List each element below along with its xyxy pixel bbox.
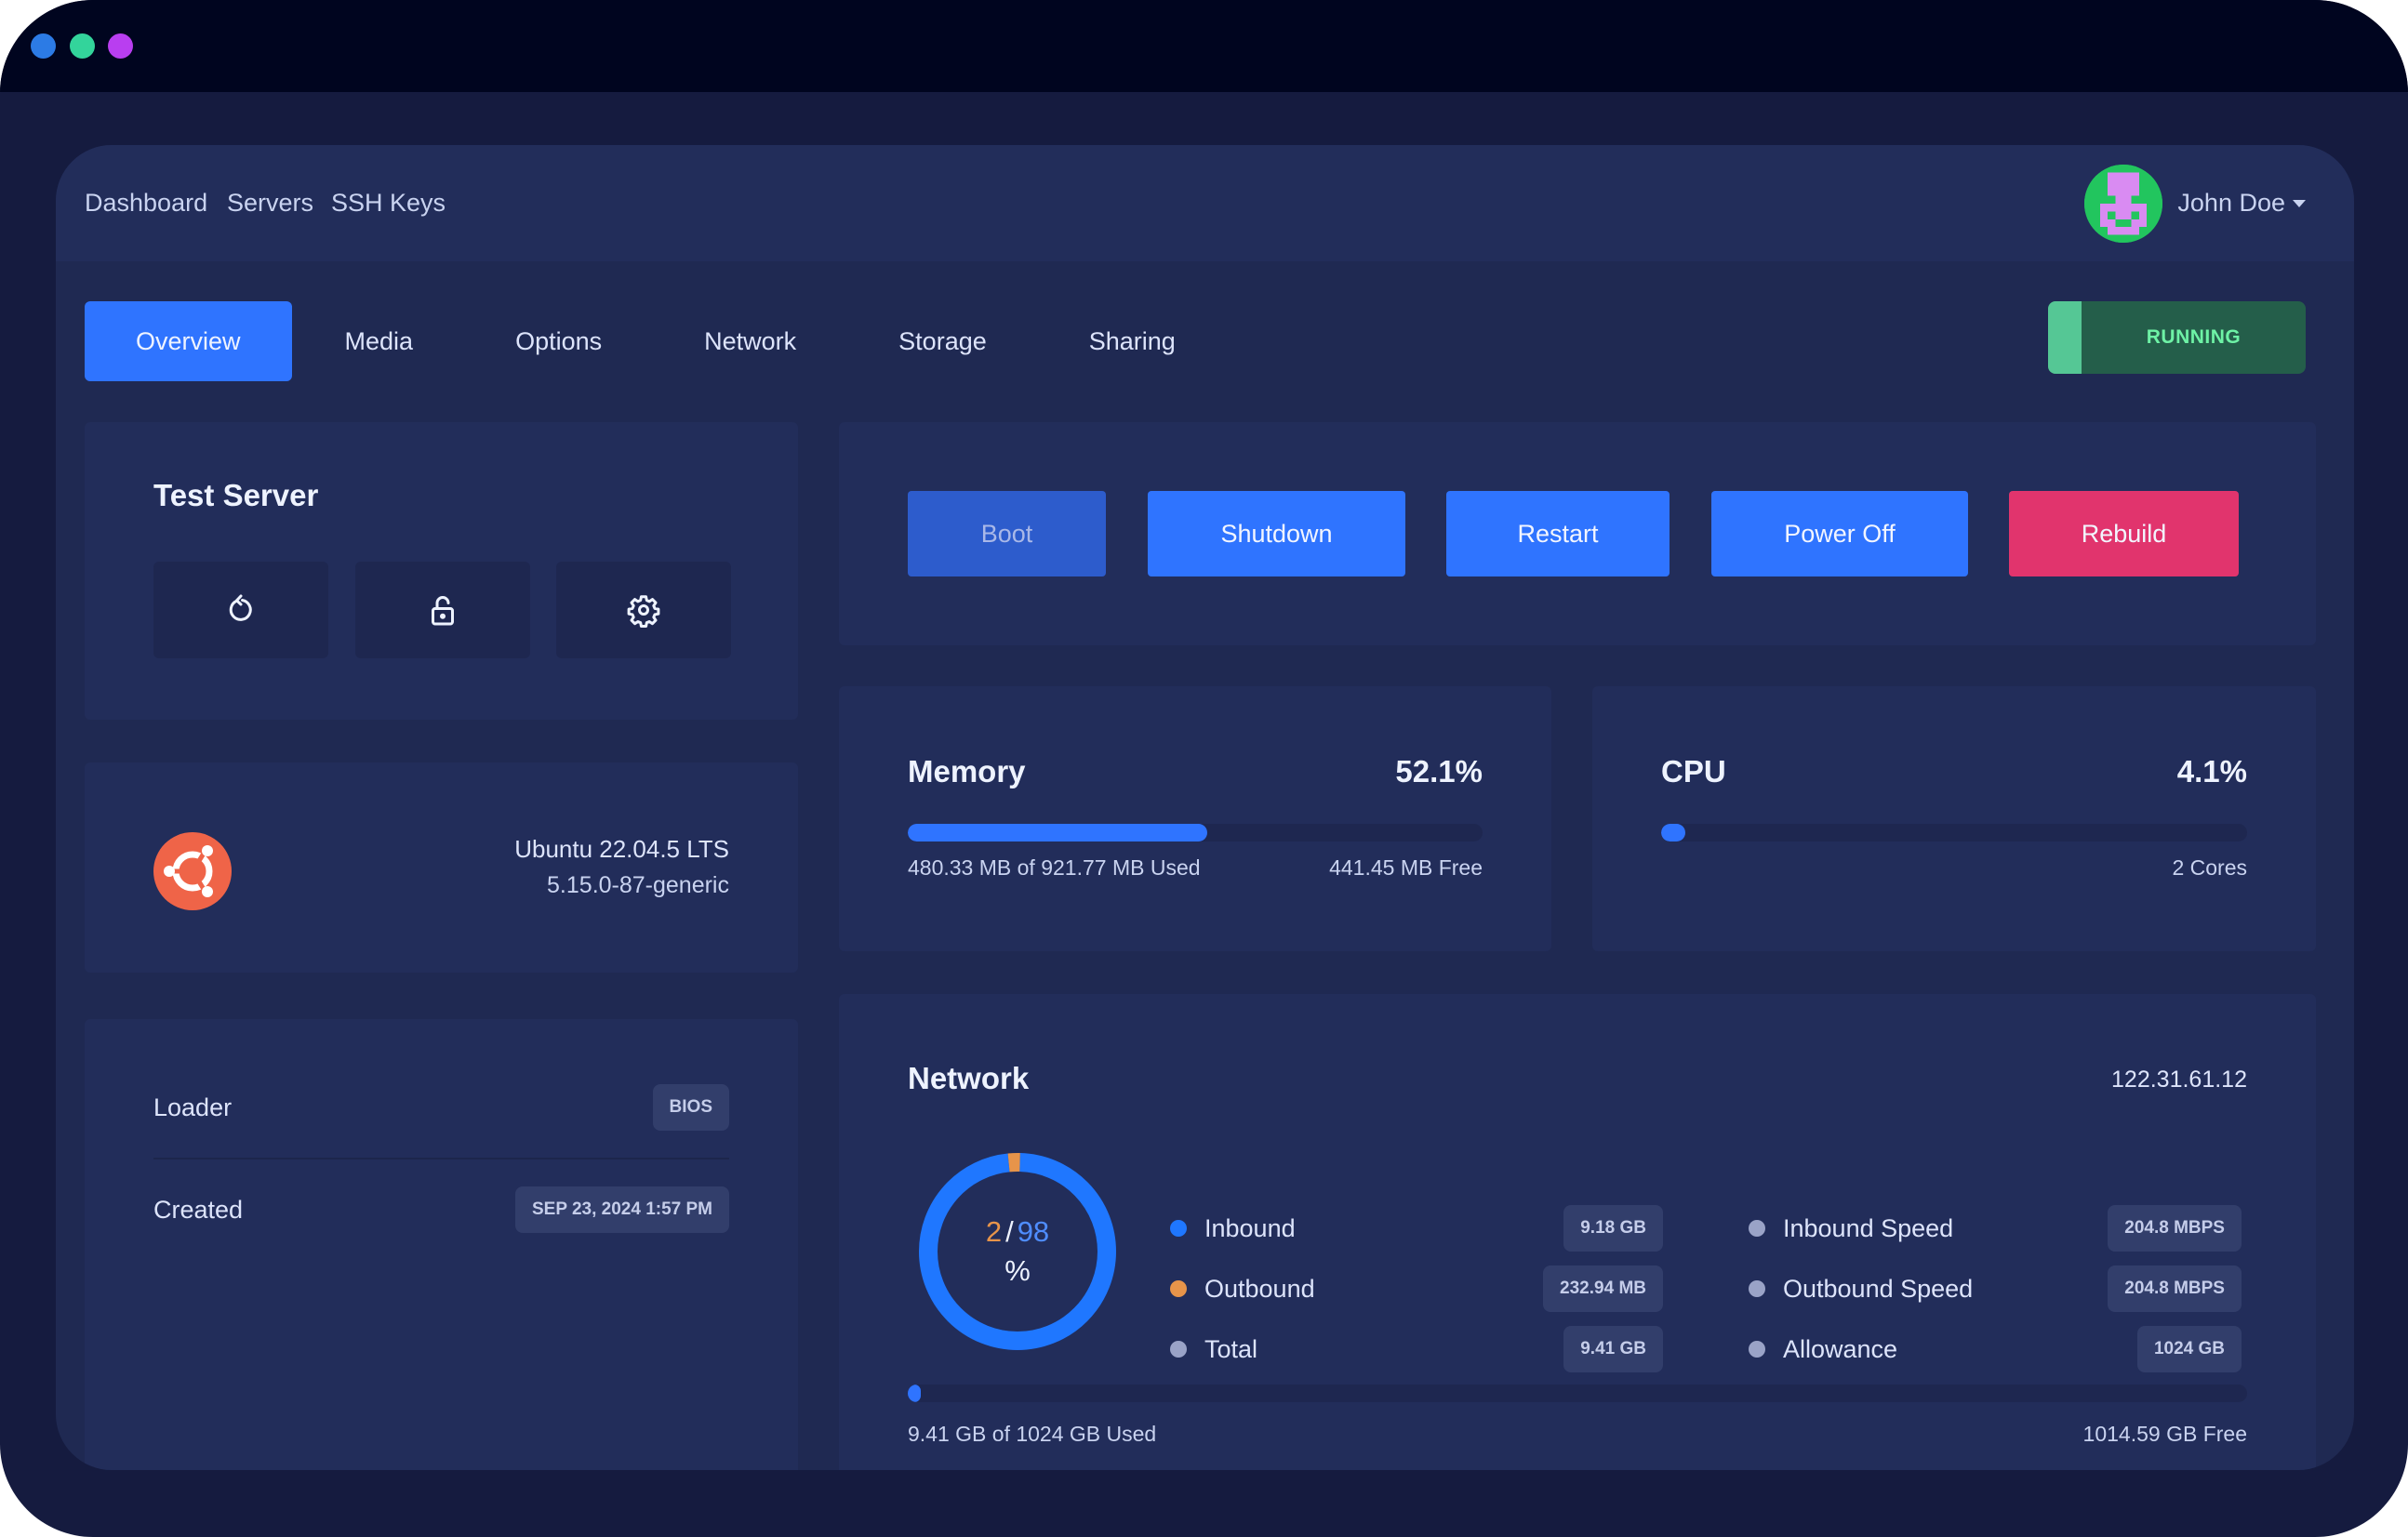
pixel-identicon-icon xyxy=(2084,164,2163,243)
detail-label: Loader xyxy=(153,1093,233,1121)
detail-label: Created xyxy=(153,1195,244,1224)
legend-dot xyxy=(1749,1341,1765,1358)
memory-progress-fill xyxy=(908,824,1207,841)
legend-inbound-speed: Inbound Speed xyxy=(1749,1205,1953,1252)
cpu-progress-bar xyxy=(1661,824,2247,841)
rebuild-button[interactable]: Rebuild xyxy=(2009,491,2239,576)
legend-value: 9.18 GB xyxy=(1563,1205,1663,1252)
user-name: John Doe xyxy=(2177,189,2285,217)
nav-link-servers[interactable]: Servers xyxy=(227,145,313,261)
gear-icon xyxy=(627,595,660,629)
reinstall-icon xyxy=(229,594,252,621)
detail-row-loader: Loader BIOS xyxy=(153,1056,729,1159)
memory-card: Memory 52.1% 480.33 MB of 921.77 MB Used… xyxy=(839,686,1551,951)
unlock-icon xyxy=(432,596,454,626)
memory-used: 480.33 MB of 921.77 MB Used xyxy=(908,855,1201,880)
server-card: Test Server xyxy=(85,422,798,720)
donut-outbound-percent: 2 xyxy=(985,1215,1003,1248)
restart-button[interactable]: Restart xyxy=(1446,491,1670,576)
top-navigation: Dashboard Servers SSH Keys John Doe xyxy=(56,145,2354,261)
legend-label: Total xyxy=(1204,1334,1258,1363)
legend-outbound-speed: Outbound Speed xyxy=(1749,1265,1973,1312)
os-card: Ubuntu 22.04.5 LTS 5.15.0-87-generic xyxy=(85,762,798,973)
donut-center-label: 2/98 % xyxy=(916,1150,1119,1353)
legend-label: Outbound Speed xyxy=(1783,1274,1974,1303)
cpu-card: CPU 4.1% 2 Cores xyxy=(1592,686,2316,951)
cpu-percent: 4.1% xyxy=(2176,754,2247,788)
detail-value: BIOS xyxy=(652,1084,729,1131)
status-label: RUNNING xyxy=(2146,326,2242,348)
status-badge: RUNNING xyxy=(2048,301,2306,374)
detail-row-created: Created SEP 23, 2024 1:57 PM xyxy=(153,1159,729,1261)
network-ip: 122.31.61.12 xyxy=(2111,1067,2247,1093)
cpu-title: CPU xyxy=(1661,754,1726,788)
donut-separator: / xyxy=(1005,1215,1014,1248)
app-window: Dashboard Servers SSH Keys John Doe Over… xyxy=(0,0,2408,1537)
ubuntu-logo-icon xyxy=(153,832,232,910)
bandwidth-free: 1014.59 GB Free xyxy=(2082,1422,2247,1446)
network-title: Network xyxy=(908,1061,1030,1095)
memory-progress-bar xyxy=(908,824,1483,841)
boot-button[interactable]: Boot xyxy=(908,491,1106,576)
cpu-cores: 2 Cores xyxy=(2172,855,2247,880)
detail-value: SEP 23, 2024 1:57 PM xyxy=(515,1186,729,1233)
avatar xyxy=(2084,164,2163,243)
tab-bar: Overview Media Options Network Storage S… xyxy=(85,301,1227,381)
tab-overview[interactable]: Overview xyxy=(85,301,292,381)
reinstall-button[interactable] xyxy=(153,562,328,658)
bandwidth-progress-bar xyxy=(908,1385,2247,1402)
legend-dot xyxy=(1170,1280,1187,1297)
tab-media[interactable]: Media xyxy=(292,301,465,381)
tab-storage[interactable]: Storage xyxy=(847,301,1038,381)
unlock-button[interactable] xyxy=(355,562,530,658)
bandwidth-used: 9.41 GB of 1024 GB Used xyxy=(908,1422,1157,1446)
legend-value: 9.41 GB xyxy=(1563,1326,1663,1372)
network-card: Network 122.31.61.12 2/98 % Inbound 9.18… xyxy=(839,994,2316,1470)
legend-dot xyxy=(1749,1220,1765,1237)
nav-link-dashboard[interactable]: Dashboard xyxy=(85,145,207,261)
legend-dot xyxy=(1749,1280,1765,1297)
donut-inbound-percent: 98 xyxy=(1017,1215,1050,1248)
legend-inbound: Inbound xyxy=(1170,1205,1296,1252)
legend-dot xyxy=(1170,1220,1187,1237)
legend-dot xyxy=(1170,1341,1187,1358)
nav-link-ssh-keys[interactable]: SSH Keys xyxy=(331,145,446,261)
user-menu[interactable]: John Doe xyxy=(2084,154,2306,252)
chevron-down-icon xyxy=(2293,199,2306,207)
server-title: Test Server xyxy=(153,478,319,512)
os-name: Ubuntu 22.04.5 LTS xyxy=(514,835,729,863)
settings-button[interactable] xyxy=(556,562,731,658)
status-indicator xyxy=(2048,301,2082,374)
legend-value: 204.8 MBPS xyxy=(2108,1265,2242,1312)
tab-options[interactable]: Options xyxy=(464,301,653,381)
window-control-blue[interactable] xyxy=(31,33,56,59)
tab-sharing[interactable]: Sharing xyxy=(1038,301,1227,381)
os-kernel: 5.15.0-87-generic xyxy=(547,872,729,898)
donut-unit: % xyxy=(1004,1254,1031,1287)
legend-label: Allowance xyxy=(1783,1334,1898,1363)
server-panel: Dashboard Servers SSH Keys John Doe Over… xyxy=(56,145,2354,1470)
shutdown-button[interactable]: Shutdown xyxy=(1148,491,1405,576)
legend-outbound: Outbound xyxy=(1170,1265,1315,1312)
tab-network[interactable]: Network xyxy=(653,301,847,381)
details-card: Loader BIOS Created SEP 23, 2024 1:57 PM xyxy=(85,1019,798,1470)
title-bar xyxy=(0,0,2408,92)
memory-free: 441.45 MB Free xyxy=(1329,855,1483,880)
legend-value: 204.8 MBPS xyxy=(2108,1205,2242,1252)
legend-value: 1024 GB xyxy=(2136,1326,2242,1372)
power-actions-card: Boot Shutdown Restart Power Off Rebuild xyxy=(839,422,2316,645)
window-control-purple[interactable] xyxy=(108,33,133,59)
window-control-green[interactable] xyxy=(70,33,95,59)
legend-label: Outbound xyxy=(1204,1274,1315,1303)
cpu-progress-fill xyxy=(1661,824,1685,841)
power-off-button[interactable]: Power Off xyxy=(1711,491,1968,576)
bandwidth-progress-fill xyxy=(908,1385,921,1402)
legend-label: Inbound Speed xyxy=(1783,1213,1954,1242)
memory-title: Memory xyxy=(908,754,1026,788)
memory-percent: 52.1% xyxy=(1395,754,1483,788)
legend-value: 232.94 MB xyxy=(1543,1265,1663,1312)
legend-total: Total xyxy=(1170,1326,1257,1372)
legend-allowance: Allowance xyxy=(1749,1326,1897,1372)
legend-label: Inbound xyxy=(1204,1213,1296,1242)
